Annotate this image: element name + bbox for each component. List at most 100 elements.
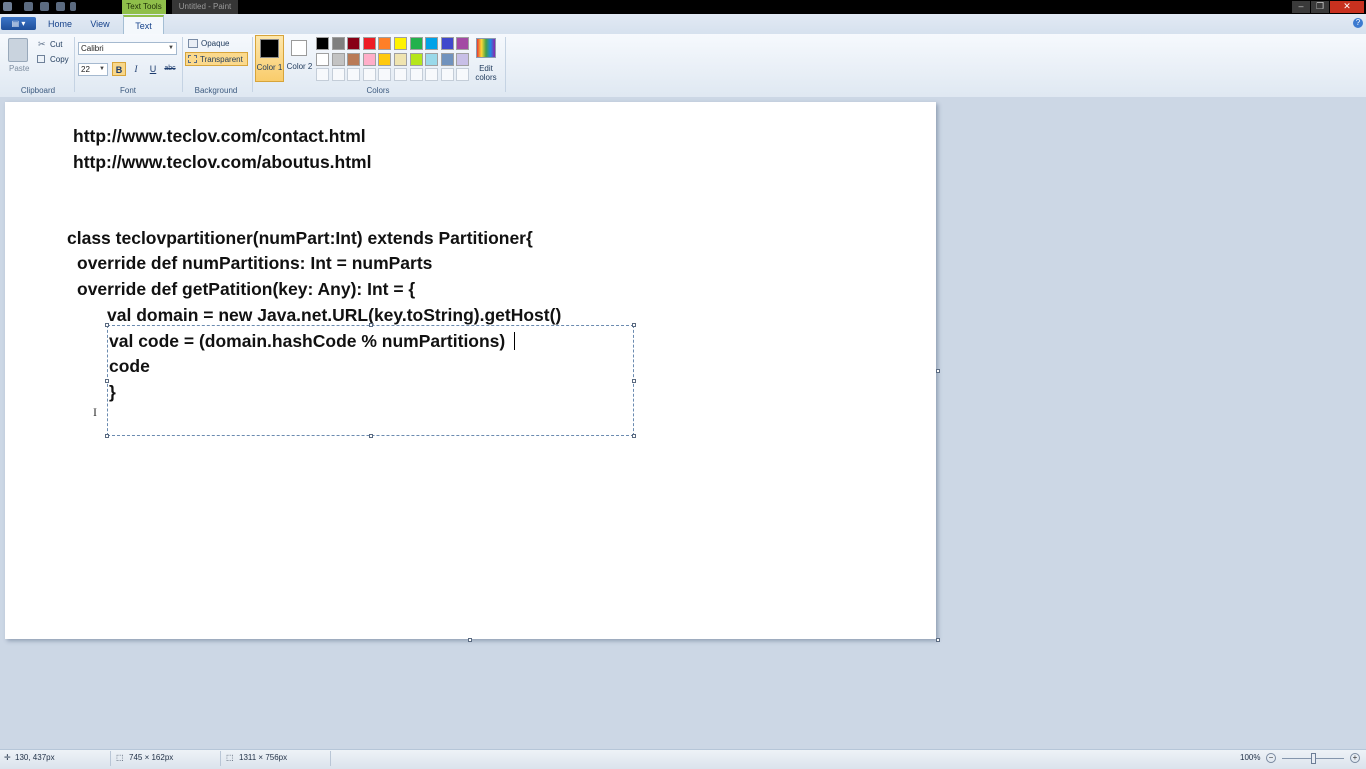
palette-color-swatch[interactable] xyxy=(409,52,423,66)
paint-app-icon[interactable] xyxy=(3,2,12,11)
canvas-text-line: class teclovpartitioner(numPart:Int) ext… xyxy=(67,228,533,248)
canvas-text-line: http://www.teclov.com/contact.html xyxy=(73,126,366,146)
window-title: Untitled - Paint xyxy=(172,0,238,14)
palette-color-swatch[interactable] xyxy=(347,52,361,66)
palette-color-swatch[interactable] xyxy=(394,52,407,66)
palette-color-swatch[interactable] xyxy=(378,37,392,50)
selection-size: 745 × 162px xyxy=(129,753,174,762)
underline-button[interactable]: U xyxy=(146,62,160,76)
custom-color-slot[interactable] xyxy=(425,68,439,81)
minimize-button[interactable]: – xyxy=(1292,1,1310,13)
ribbon-tab-row xyxy=(0,14,1366,35)
palette-color-swatch[interactable] xyxy=(456,37,470,50)
custom-color-slot[interactable] xyxy=(362,68,376,81)
font-family-value: Calibri xyxy=(81,44,104,53)
resize-handle[interactable] xyxy=(105,379,109,383)
selection-size-icon: ⬚ xyxy=(116,753,124,762)
resize-handle[interactable] xyxy=(369,434,373,438)
status-divider xyxy=(220,751,221,766)
maximize-button[interactable]: ❐ xyxy=(1311,1,1329,13)
color2-label: Color 2 xyxy=(286,62,313,71)
ibeam-cursor-icon: I xyxy=(93,405,97,419)
close-button[interactable]: ✕ xyxy=(1330,1,1364,13)
paste-icon[interactable] xyxy=(8,38,28,62)
redo-icon[interactable] xyxy=(56,2,65,11)
resize-handle[interactable] xyxy=(632,434,636,438)
palette-color-swatch[interactable] xyxy=(362,37,376,50)
undo-icon[interactable] xyxy=(40,2,49,11)
palette-color-swatch[interactable] xyxy=(456,52,470,66)
text-box-line[interactable]: } xyxy=(109,382,116,402)
resize-handle[interactable] xyxy=(105,434,109,438)
custom-color-slot[interactable] xyxy=(331,68,345,81)
canvas-text-line: val domain = new Java.net.URL(key.toStri… xyxy=(107,305,562,325)
palette-color-swatch[interactable] xyxy=(331,52,345,66)
color2-button[interactable]: Color 2 xyxy=(286,35,313,82)
resize-handle[interactable] xyxy=(105,323,109,327)
palette-color-swatch[interactable] xyxy=(316,37,329,50)
palette-color-swatch[interactable] xyxy=(425,52,439,66)
palette-color-swatch[interactable] xyxy=(440,37,454,50)
palette-color-swatch[interactable] xyxy=(409,37,423,50)
resize-handle[interactable] xyxy=(369,323,373,327)
palette-color-swatch[interactable] xyxy=(362,52,376,66)
text-caret xyxy=(514,332,515,350)
bold-button[interactable]: B xyxy=(112,62,126,76)
color1-swatch xyxy=(260,39,279,58)
tab-view[interactable]: View xyxy=(86,17,114,31)
tab-text[interactable]: Text xyxy=(123,15,164,34)
color1-button[interactable]: Color 1 xyxy=(255,35,284,82)
group-divider xyxy=(505,37,506,92)
image-size: 1311 × 756px xyxy=(239,753,288,762)
palette-color-swatch[interactable] xyxy=(394,37,407,50)
chevron-down-icon: ▼ xyxy=(99,66,105,72)
font-size-dropdown[interactable]: 22 ▼ xyxy=(78,63,108,76)
canvas-resize-handle[interactable] xyxy=(468,638,472,642)
strikethrough-button[interactable]: abc xyxy=(162,62,178,76)
help-icon[interactable]: ? xyxy=(1353,18,1363,28)
zoom-out-button[interactable]: − xyxy=(1266,753,1276,763)
opaque-button[interactable]: Opaque xyxy=(201,39,229,48)
palette-color-swatch[interactable] xyxy=(440,52,454,66)
canvas-resize-handle[interactable] xyxy=(936,638,940,642)
custom-color-slot[interactable] xyxy=(409,68,423,81)
group-divider xyxy=(74,37,75,92)
palette-color-swatch[interactable] xyxy=(347,37,361,50)
custom-color-slot[interactable] xyxy=(456,68,470,81)
opaque-icon xyxy=(188,39,198,48)
copy-button[interactable]: Copy xyxy=(50,55,69,64)
customize-quick-access-icon[interactable] xyxy=(70,2,76,11)
resize-handle[interactable] xyxy=(632,379,636,383)
custom-color-slot[interactable] xyxy=(378,68,392,81)
custom-color-slot[interactable] xyxy=(316,68,329,81)
status-bar xyxy=(0,749,1366,769)
paint-menu-button[interactable]: ▤ ▾ xyxy=(1,17,36,30)
canvas-resize-handle[interactable] xyxy=(936,369,940,373)
status-divider xyxy=(330,751,331,766)
font-group-label: Font xyxy=(119,86,136,95)
canvas-text-line: http://www.teclov.com/aboutus.html xyxy=(73,152,372,172)
text-box-line[interactable]: val code = (domain.hashCode % numPartiti… xyxy=(109,331,505,351)
palette-color-swatch[interactable] xyxy=(378,52,392,66)
custom-color-slot[interactable] xyxy=(394,68,407,81)
save-icon[interactable] xyxy=(24,2,33,11)
cut-button[interactable]: Cut xyxy=(50,40,62,49)
italic-button[interactable]: I xyxy=(129,62,143,76)
zoom-in-button[interactable]: + xyxy=(1350,753,1360,763)
custom-color-slot[interactable] xyxy=(347,68,361,81)
custom-color-slot[interactable] xyxy=(440,68,454,81)
zoom-slider-thumb[interactable] xyxy=(1311,753,1316,764)
transparent-button[interactable]: Transparent xyxy=(185,52,248,66)
color2-swatch xyxy=(291,40,307,56)
palette-color-swatch[interactable] xyxy=(316,52,329,66)
edit-colors-button[interactable]: Edit colors xyxy=(472,64,500,82)
palette-color-swatch[interactable] xyxy=(331,37,345,50)
text-box-line[interactable]: code xyxy=(109,356,150,376)
chevron-down-icon: ▼ xyxy=(168,45,174,51)
font-family-dropdown[interactable]: Calibri ▼ xyxy=(78,42,177,55)
paste-button[interactable]: Paste xyxy=(9,64,29,73)
transparent-label: Transparent xyxy=(200,55,243,64)
tab-home[interactable]: Home xyxy=(46,17,74,31)
palette-color-swatch[interactable] xyxy=(425,37,439,50)
resize-handle[interactable] xyxy=(632,323,636,327)
